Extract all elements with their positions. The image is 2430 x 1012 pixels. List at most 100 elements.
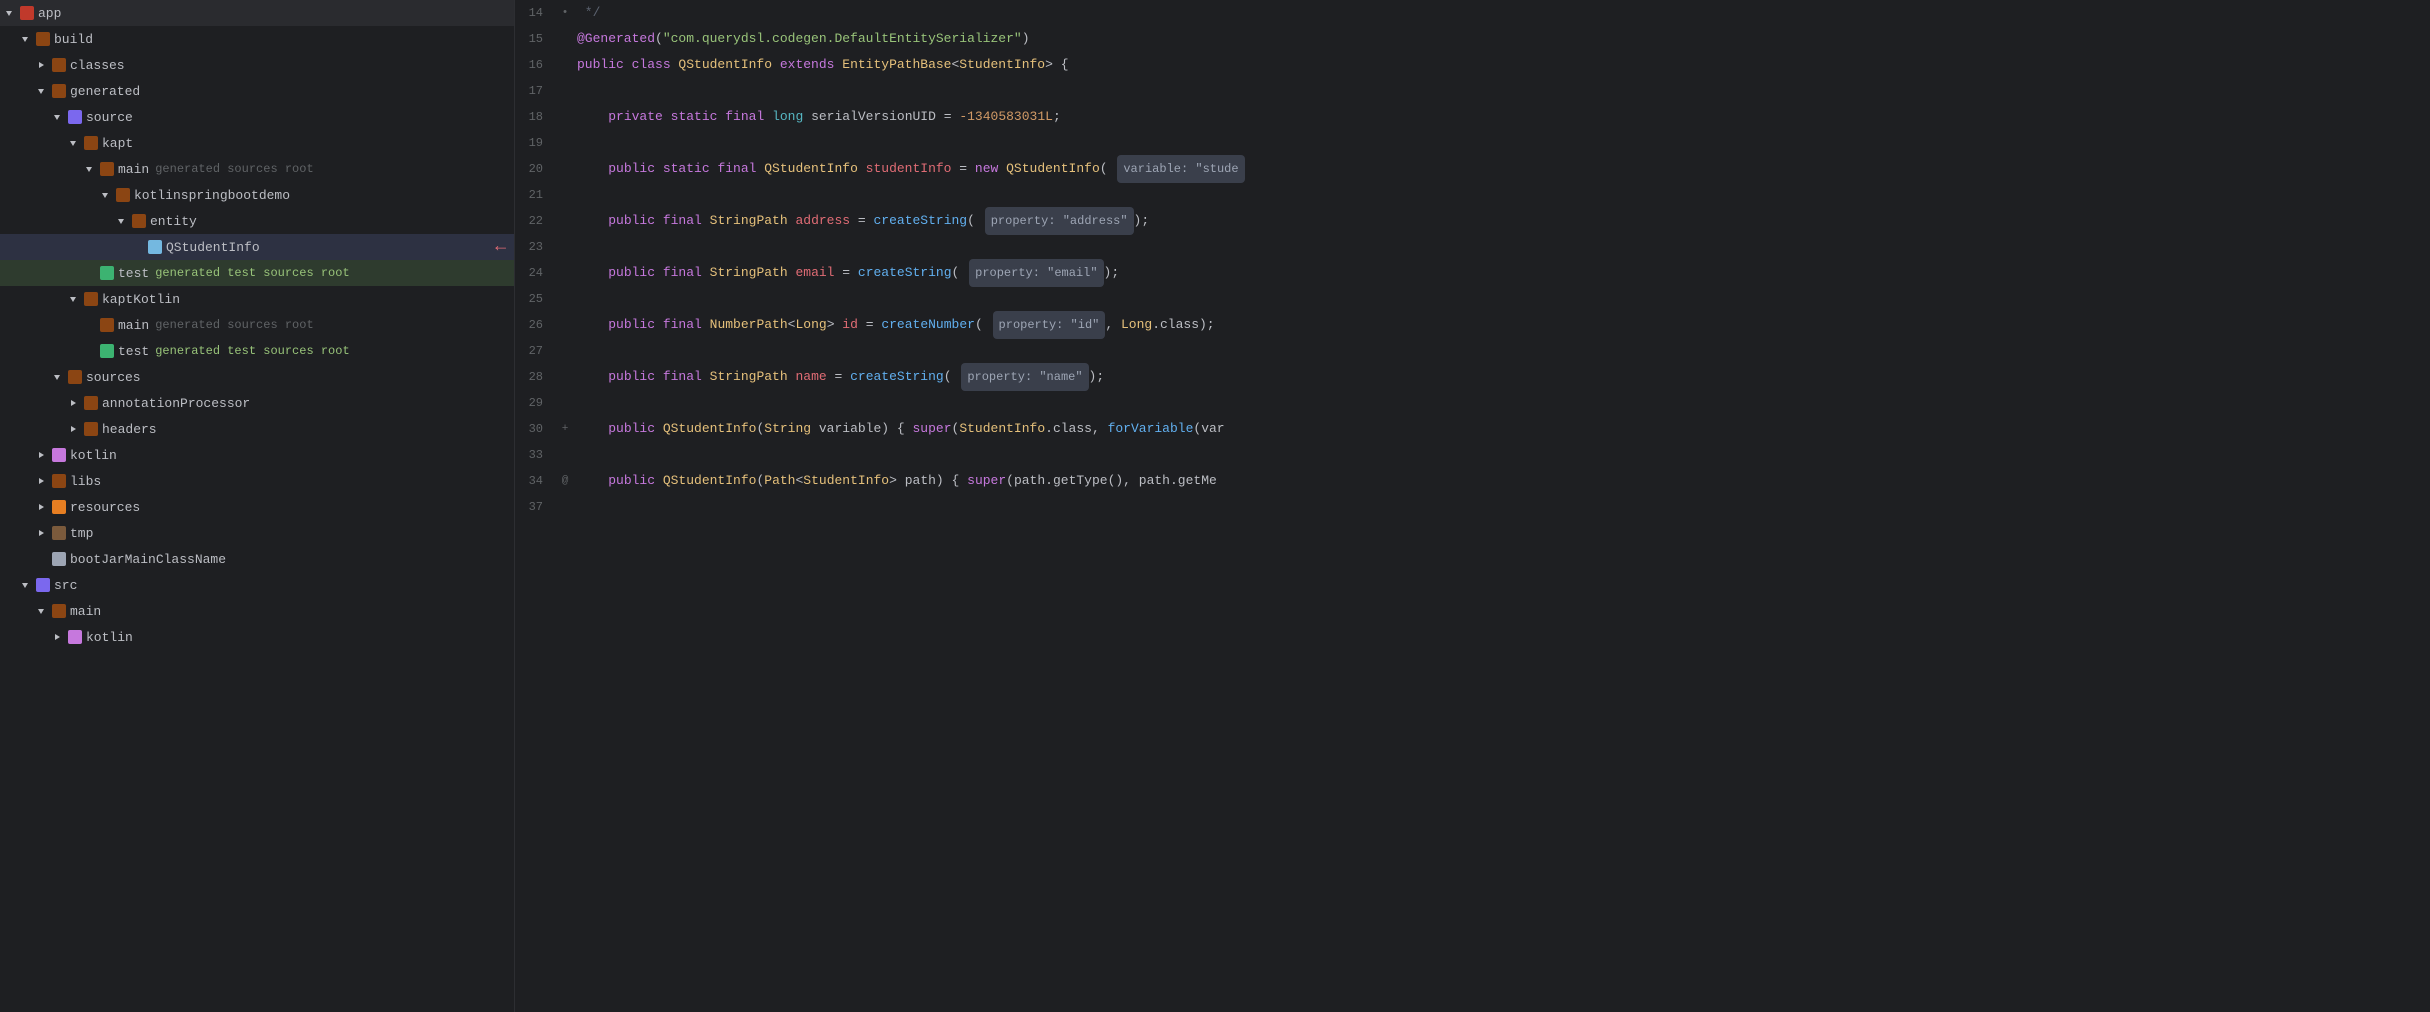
tree-item-main3[interactable]: main	[0, 598, 514, 624]
red-arrow-indicator: ←	[495, 237, 506, 257]
label-kaptKotlin: kaptKotlin	[102, 292, 180, 307]
arrow-app	[4, 6, 18, 20]
arrow-sources	[52, 370, 66, 384]
label-tmp: tmp	[70, 526, 93, 541]
tree-item-libs[interactable]: libs	[0, 468, 514, 494]
tree-item-generated[interactable]: generated	[0, 78, 514, 104]
arrow-main	[84, 162, 98, 176]
icon-main3-folder	[52, 604, 66, 618]
label-kotlin2: kotlin	[86, 630, 133, 645]
line-37: 37	[515, 494, 1245, 520]
arrow-classes	[36, 58, 50, 72]
gutter-14: •	[553, 7, 577, 19]
line-26: 26 public final NumberPath<Long> id = cr…	[515, 312, 1245, 338]
line-number-26: 26	[515, 318, 553, 332]
tree-item-bootJarMainClassName[interactable]: bootJarMainClassName	[0, 546, 514, 572]
arrow-build	[20, 32, 34, 46]
tree-item-kapt[interactable]: kapt	[0, 130, 514, 156]
tree-item-kotlinspringbootdemo[interactable]: kotlinspringbootdemo	[0, 182, 514, 208]
code-26: public final NumberPath<Long> id = creat…	[577, 311, 1245, 339]
editor-content: 14 • */ 15 @Generated("com.querydsl.code…	[515, 0, 2430, 1012]
tree-item-kaptKotlin[interactable]: kaptKotlin	[0, 286, 514, 312]
code-30: public QStudentInfo(String variable) { s…	[577, 416, 1245, 442]
line-number-16: 16	[515, 58, 553, 72]
label-main3: main	[70, 604, 101, 619]
tree-item-tmp[interactable]: tmp	[0, 520, 514, 546]
tree-item-test[interactable]: test generated test sources root	[0, 260, 514, 286]
tree-item-app[interactable]: app	[0, 0, 514, 26]
line-20: 20 public static final QStudentInfo stud…	[515, 156, 1245, 182]
arrow-kotlinspringbootdemo	[100, 188, 114, 202]
tree-item-main[interactable]: main generated sources root	[0, 156, 514, 182]
label-resources: resources	[70, 500, 140, 515]
arrow-generated	[36, 84, 50, 98]
line-number-23: 23	[515, 240, 553, 254]
line-30: 30 + public QStudentInfo(String variable…	[515, 416, 1245, 442]
tree-item-entity[interactable]: entity	[0, 208, 514, 234]
tree-item-headers[interactable]: headers	[0, 416, 514, 442]
label-build: build	[54, 32, 93, 47]
code-34: public QStudentInfo(Path<StudentInfo> pa…	[577, 468, 1245, 494]
label-qstudentinfo: QStudentInfo	[166, 240, 260, 255]
tree-item-sources[interactable]: sources	[0, 364, 514, 390]
icon-resources-folder	[52, 500, 66, 514]
arrow-tmp	[36, 526, 50, 540]
line-number-22: 22	[515, 214, 553, 228]
label-test2: test	[118, 344, 149, 359]
icon-entity-folder	[132, 214, 146, 228]
tree-item-resources[interactable]: resources	[0, 494, 514, 520]
arrow-libs	[36, 474, 50, 488]
tree-item-build[interactable]: build	[0, 26, 514, 52]
tree-item-source[interactable]: source	[0, 104, 514, 130]
line-24: 24 public final StringPath email = creat…	[515, 260, 1245, 286]
icon-tmp-folder	[52, 526, 66, 540]
code-16: public class QStudentInfo extends Entity…	[577, 52, 1245, 78]
code-15: @Generated("com.querydsl.codegen.Default…	[577, 26, 1245, 52]
arrow-entity	[116, 214, 130, 228]
icon-generated-folder	[52, 84, 66, 98]
line-14: 14 • */	[515, 0, 1245, 26]
line-number-18: 18	[515, 110, 553, 124]
tree-item-classes[interactable]: classes	[0, 52, 514, 78]
arrow-kotlin2	[52, 630, 66, 644]
arrow-headers	[68, 422, 82, 436]
icon-libs-folder	[52, 474, 66, 488]
tree-item-src[interactable]: src	[0, 572, 514, 598]
arrow-kapt	[68, 136, 82, 150]
arrow-source	[52, 110, 66, 124]
line-number-21: 21	[515, 188, 553, 202]
icon-sources-folder	[68, 370, 82, 384]
icon-classes-folder	[52, 58, 66, 72]
code-24: public final StringPath email = createSt…	[577, 259, 1245, 287]
icon-test-folder	[100, 266, 114, 280]
label-headers: headers	[102, 422, 157, 437]
tree-item-main2[interactable]: main generated sources root	[0, 312, 514, 338]
label-generated: generated	[70, 84, 140, 99]
line-18: 18 private static final long serialVersi…	[515, 104, 1245, 130]
label-annotationProcessor: annotationProcessor	[102, 396, 250, 411]
label-bootJar: bootJarMainClassName	[70, 552, 226, 567]
arrow-kotlin	[36, 448, 50, 462]
project-tree[interactable]: app build classes generated source	[0, 0, 515, 1012]
tree-item-kotlin2[interactable]: kotlin	[0, 624, 514, 650]
label-main: main	[118, 162, 149, 177]
label-test: test	[118, 266, 149, 281]
gutter-30: +	[553, 423, 577, 435]
icon-src-folder	[36, 578, 50, 592]
line-number-33: 33	[515, 448, 553, 462]
tree-item-kotlin[interactable]: kotlin	[0, 442, 514, 468]
code-editor: 14 • */ 15 @Generated("com.querydsl.code…	[515, 0, 2430, 1012]
icon-kaptKotlin-folder	[84, 292, 98, 306]
tree-item-annotationProcessor[interactable]: annotationProcessor	[0, 390, 514, 416]
label-entity: entity	[150, 214, 197, 229]
arrow-annotationProcessor	[68, 396, 82, 410]
tree-item-test2[interactable]: test generated test sources root	[0, 338, 514, 364]
line-28: 28 public final StringPath name = create…	[515, 364, 1245, 390]
label-libs: libs	[70, 474, 101, 489]
icon-kotlin2-folder	[68, 630, 82, 644]
tree-item-qstudentinfo[interactable]: QStudentInfo ←	[0, 234, 514, 260]
line-number-30: 30	[515, 422, 553, 436]
line-number-24: 24	[515, 266, 553, 280]
icon-main2-folder	[100, 318, 114, 332]
icon-kotlin-folder	[52, 448, 66, 462]
